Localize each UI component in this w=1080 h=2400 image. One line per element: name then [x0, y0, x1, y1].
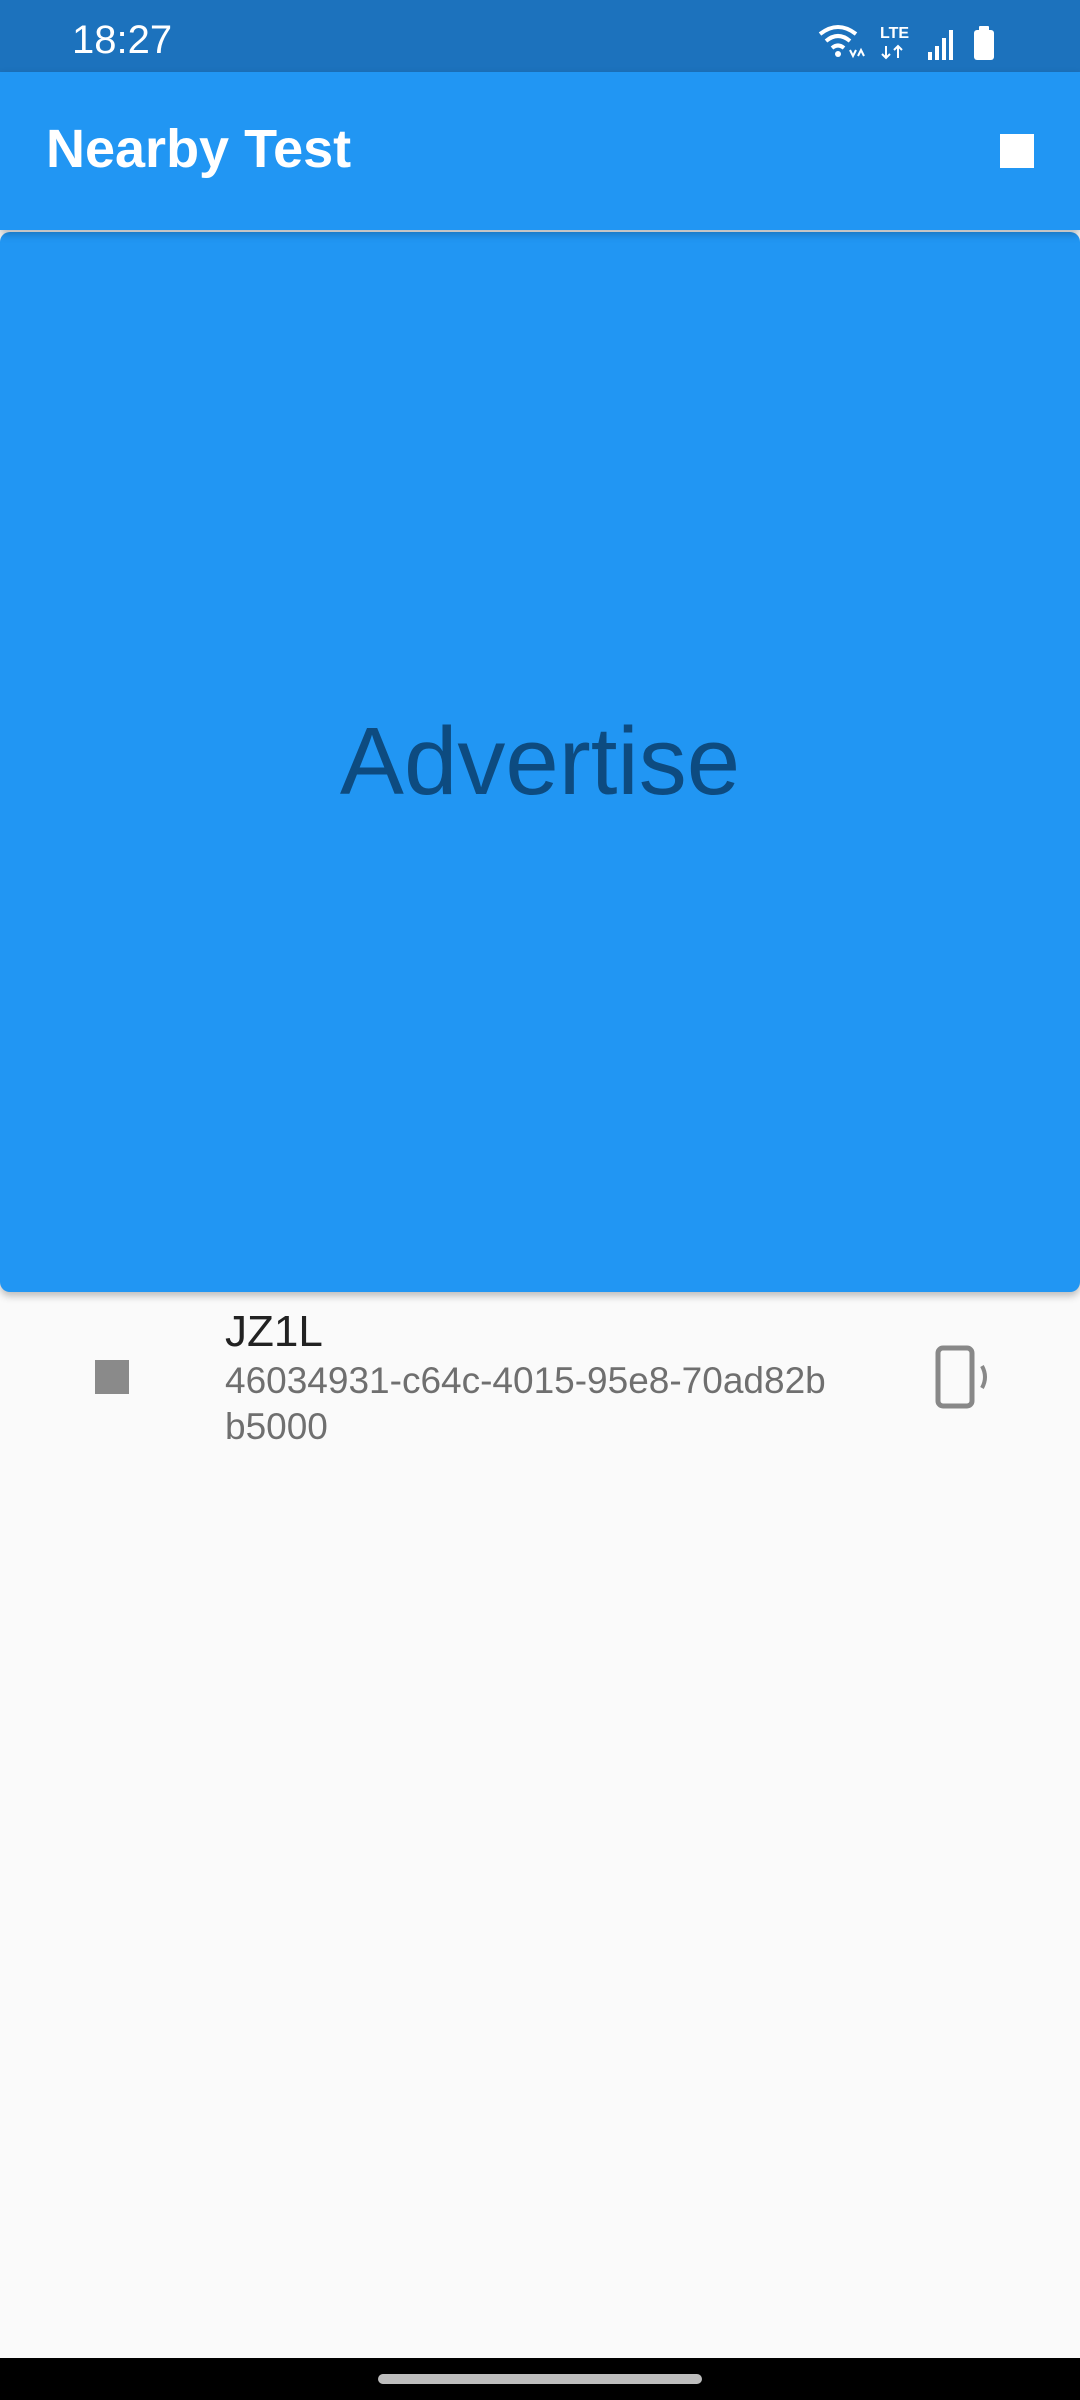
device-name: JZ1L [225, 1307, 323, 1356]
home-gesture-handle[interactable] [378, 2374, 702, 2384]
stop-icon [95, 1360, 129, 1394]
status-time: 18:27 [72, 18, 173, 62]
wifi-icon [818, 25, 865, 59]
device-list-item[interactable]: JZ1L 46034931-c64c-4015-95e8-70ad82bb500… [0, 1300, 1080, 1460]
phone-vibrate-icon [935, 1345, 987, 1409]
navigation-bar [0, 2358, 1080, 2400]
advertise-button[interactable]: Advertise [0, 232, 1080, 1292]
svg-text:LTE: LTE [880, 25, 909, 42]
stop-button[interactable] [984, 118, 1050, 184]
device-id: 46034931-c64c-4015-95e8-70ad82bb5000 [225, 1360, 826, 1447]
app-bar: Nearby Test [0, 72, 1080, 230]
advertise-label: Advertise [339, 708, 741, 815]
app-title: Nearby Test [46, 119, 352, 179]
lte-icon: LTE [880, 25, 909, 60]
status-bar: 18:27 LTE [0, 0, 1080, 72]
battery-icon [974, 26, 994, 60]
signal-icon [928, 30, 953, 60]
status-icons: LTE [814, 22, 1014, 62]
stop-icon [1000, 134, 1034, 168]
